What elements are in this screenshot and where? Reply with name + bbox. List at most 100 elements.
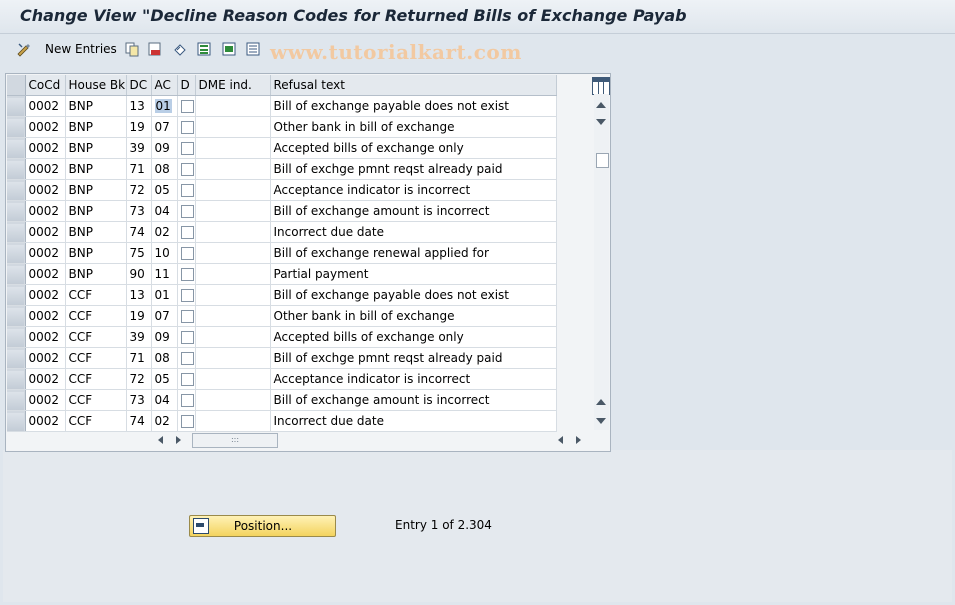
cell-dme-ind[interactable] [195, 95, 271, 117]
cell-refusal-text[interactable]: Other bank in bill of exchange [270, 116, 557, 138]
cell-d[interactable] [177, 179, 196, 201]
d-checkbox[interactable] [181, 247, 194, 260]
cell-refusal-text[interactable]: Accepted bills of exchange only [270, 137, 557, 159]
cell-dme-ind[interactable] [195, 179, 271, 201]
table-row[interactable]: 0002 BNP 90 11 Partial payment [7, 263, 557, 285]
cell-refusal-text[interactable]: Incorrect due date [270, 221, 557, 243]
table-row[interactable]: 0002 BNP 71 08 Bill of exchge pmnt reqst alr… [7, 158, 557, 180]
row-selector[interactable] [7, 179, 26, 201]
table-row[interactable]: 0002 CCF 71 08 Bill of exchge pmnt reqst alr… [7, 347, 557, 369]
cell-dc[interactable]: 72 [126, 368, 152, 390]
table-row[interactable]: 0002 BNP 13 01 Bill of exchange payable does… [7, 95, 557, 117]
cell-refusal-text[interactable]: Incorrect due date [270, 410, 557, 432]
cell-cocd[interactable]: 0002 [25, 263, 66, 285]
scroll-right-icon[interactable] [176, 436, 181, 444]
cell-dc[interactable]: 71 [126, 158, 152, 180]
cell-cocd[interactable]: 0002 [25, 158, 66, 180]
cell-ac[interactable]: 04 [151, 200, 178, 222]
row-selector[interactable] [7, 116, 26, 138]
cell-ac[interactable]: 01 [151, 95, 178, 117]
cell-ac[interactable]: 04 [151, 389, 178, 411]
cell-house-bank[interactable]: BNP [65, 95, 127, 117]
scroll-down-icon[interactable] [596, 418, 606, 424]
cell-d[interactable] [177, 221, 196, 243]
cell-d[interactable] [177, 116, 196, 138]
copy-button[interactable] [124, 40, 140, 58]
row-selector[interactable] [7, 368, 26, 390]
d-checkbox[interactable] [181, 100, 194, 113]
table-settings-icon[interactable] [592, 77, 610, 95]
cell-d[interactable] [177, 137, 196, 159]
cell-refusal-text[interactable]: Other bank in bill of exchange [270, 305, 557, 327]
cell-cocd[interactable]: 0002 [25, 116, 66, 138]
position-button[interactable]: Position... [189, 515, 336, 537]
cell-refusal-text[interactable]: Acceptance indicator is incorrect [270, 368, 557, 390]
d-checkbox[interactable] [181, 415, 194, 428]
display-change-button[interactable] [16, 40, 32, 58]
cell-cocd[interactable]: 0002 [25, 368, 66, 390]
d-checkbox[interactable] [181, 268, 194, 281]
cell-ac[interactable]: 02 [151, 221, 178, 243]
cell-d[interactable] [177, 326, 196, 348]
table-row[interactable]: 0002 BNP 74 02 Incorrect due date [7, 221, 557, 243]
table-row[interactable]: 0002 CCF 19 07 Other bank in bill of exchang… [7, 305, 557, 327]
row-selector[interactable] [7, 137, 26, 159]
row-selector[interactable] [7, 305, 26, 327]
select-block-button[interactable] [221, 40, 237, 58]
row-selector[interactable] [7, 326, 26, 348]
cell-d[interactable] [177, 95, 196, 117]
cell-cocd[interactable]: 0002 [25, 242, 66, 264]
column-header-house-bank[interactable]: House Bk [65, 75, 127, 96]
vertical-scrollbar[interactable] [594, 94, 609, 430]
cell-cocd[interactable]: 0002 [25, 137, 66, 159]
cell-cocd[interactable]: 0002 [25, 221, 66, 243]
row-selector[interactable] [7, 410, 26, 432]
cell-house-bank[interactable]: BNP [65, 242, 127, 264]
d-checkbox[interactable] [181, 289, 194, 302]
cell-dme-ind[interactable] [195, 242, 271, 264]
cell-d[interactable] [177, 263, 196, 285]
cell-d[interactable] [177, 410, 196, 432]
cell-cocd[interactable]: 0002 [25, 284, 66, 306]
cell-refusal-text[interactable]: Acceptance indicator is incorrect [270, 179, 557, 201]
cell-house-bank[interactable]: BNP [65, 179, 127, 201]
cell-dme-ind[interactable] [195, 200, 271, 222]
cell-ac[interactable]: 01 [151, 284, 178, 306]
row-selector[interactable] [7, 389, 26, 411]
cell-ac[interactable]: 09 [151, 326, 178, 348]
horizontal-scrollbar-thumb[interactable]: ::: [192, 433, 278, 448]
row-selector[interactable] [7, 158, 26, 180]
cell-ac[interactable]: 07 [151, 116, 178, 138]
row-selector[interactable] [7, 200, 26, 222]
cell-house-bank[interactable]: CCF [65, 389, 127, 411]
cell-d[interactable] [177, 368, 196, 390]
cell-dc[interactable]: 74 [126, 410, 152, 432]
deselect-all-button[interactable] [245, 40, 261, 58]
d-checkbox[interactable] [181, 394, 194, 407]
cell-house-bank[interactable]: CCF [65, 410, 127, 432]
cell-dc[interactable]: 71 [126, 347, 152, 369]
cell-refusal-text[interactable]: Bill of exchge pmnt reqst already paid [270, 158, 557, 180]
table-row[interactable]: 0002 CCF 72 05 Acceptance indicator is incor… [7, 368, 557, 390]
d-checkbox[interactable] [181, 331, 194, 344]
scroll-page-down-icon[interactable] [596, 119, 606, 125]
d-checkbox[interactable] [181, 373, 194, 386]
cell-d[interactable] [177, 200, 196, 222]
row-selector[interactable] [7, 242, 26, 264]
table-row[interactable]: 0002 BNP 75 10 Bill of exchange renewal appl… [7, 242, 557, 264]
cell-house-bank[interactable]: CCF [65, 284, 127, 306]
cell-dc[interactable]: 39 [126, 137, 152, 159]
cell-cocd[interactable]: 0002 [25, 305, 66, 327]
row-selector[interactable] [7, 347, 26, 369]
horizontal-scrollbar[interactable]: ::: [156, 432, 590, 448]
cell-dc[interactable]: 75 [126, 242, 152, 264]
scrollbar-thumb[interactable] [596, 153, 609, 168]
row-selector[interactable] [7, 263, 26, 285]
row-selector[interactable] [7, 284, 26, 306]
cell-ac[interactable]: 11 [151, 263, 178, 285]
cell-cocd[interactable]: 0002 [25, 347, 66, 369]
cell-dc[interactable]: 74 [126, 221, 152, 243]
d-checkbox[interactable] [181, 163, 194, 176]
cell-cocd[interactable]: 0002 [25, 95, 66, 117]
cell-dc[interactable]: 13 [126, 95, 152, 117]
